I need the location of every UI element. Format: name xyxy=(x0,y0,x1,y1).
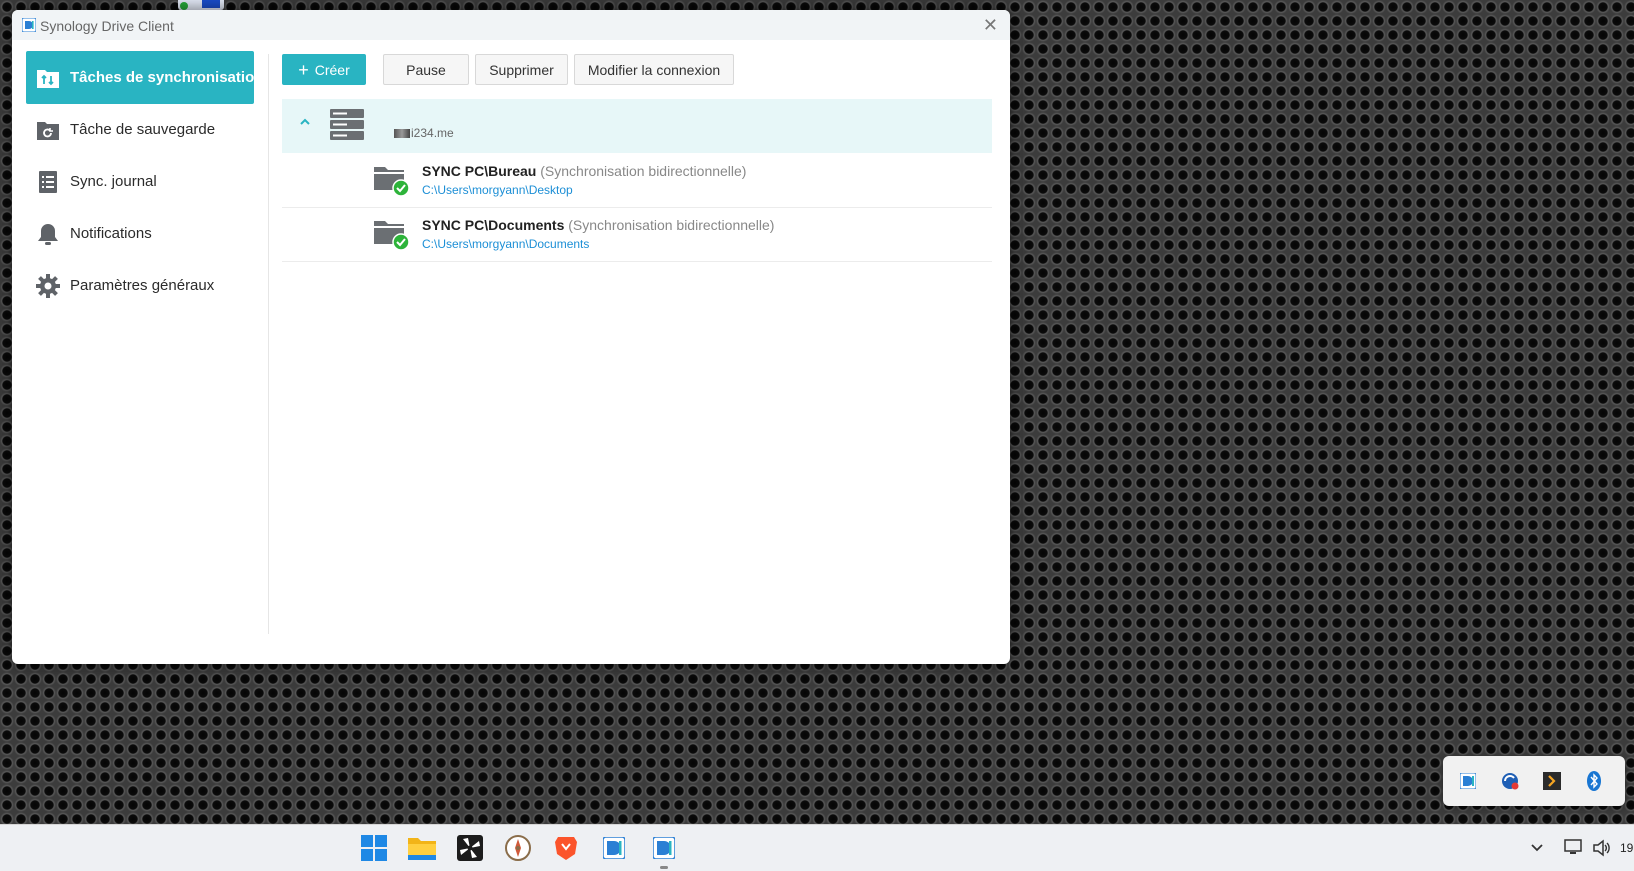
server-name-text: i234.me xyxy=(411,126,454,140)
folder-synced-icon xyxy=(374,221,410,251)
synology-drive-logo-icon xyxy=(22,18,36,32)
task-local-path-link[interactable]: C:\Users\morgyann\Documents xyxy=(422,237,589,251)
sync-task-row[interactable]: SYNC PC\Bureau (Synchronisation bidirect… xyxy=(282,153,992,208)
chevron-up-icon[interactable] xyxy=(298,115,312,129)
title-bar: Synology Drive Client ✕ xyxy=(12,10,1010,40)
synology-drive-icon[interactable] xyxy=(600,834,628,862)
journal-icon xyxy=(36,170,60,194)
volume-icon[interactable] xyxy=(1588,834,1616,862)
task-mode: (Synchronisation bidirectionnelle) xyxy=(568,217,775,233)
chevron-down-icon[interactable] xyxy=(1522,833,1552,863)
tray-overflow-popup xyxy=(1443,756,1625,806)
edit-connection-button[interactable]: Modifier la connexion xyxy=(574,54,734,85)
fan-app-icon[interactable] xyxy=(456,834,484,862)
sync-app-tray-icon[interactable] xyxy=(1500,771,1520,791)
sync-task-row[interactable]: SYNC PC\Documents (Synchronisation bidir… xyxy=(282,207,992,262)
sidebar-item-general-settings[interactable]: Paramètres généraux xyxy=(26,259,254,312)
sidebar-divider xyxy=(268,54,269,634)
sidebar-item-label: Tâches de synchronisation xyxy=(70,69,264,86)
task-local-path-link[interactable]: C:\Users\morgyann\Desktop xyxy=(422,183,573,197)
pause-button[interactable]: Pause xyxy=(383,54,469,85)
sidebar: Tâches de synchronisation Tâche de sauve… xyxy=(12,40,268,664)
sidebar-item-notifications[interactable]: Notifications xyxy=(26,207,254,260)
redacted-smudge xyxy=(394,129,410,138)
bluetooth-tray-icon[interactable] xyxy=(1584,771,1604,791)
server-row[interactable]: i234.me xyxy=(282,99,992,153)
synology-drive-active-icon[interactable] xyxy=(650,834,678,862)
close-icon[interactable]: ✕ xyxy=(983,15,998,36)
plus-icon: + xyxy=(298,59,309,80)
sidebar-item-sync-journal[interactable]: Sync. journal xyxy=(26,155,254,208)
server-name: i234.me xyxy=(394,126,454,140)
window-title: Synology Drive Client xyxy=(40,18,174,34)
sidebar-item-label: Paramètres généraux xyxy=(70,277,215,294)
synology-drive-window: Synology Drive Client ✕ Tâches de synchr… xyxy=(12,10,1010,664)
synology-drive-tray-icon[interactable] xyxy=(1458,771,1478,791)
folder-synced-icon xyxy=(374,167,410,197)
windows-start-icon[interactable] xyxy=(360,834,388,862)
task-title: SYNC PC\Bureau xyxy=(422,163,537,179)
active-app-indicator xyxy=(660,866,668,869)
bell-icon xyxy=(36,222,60,246)
compass-app-icon[interactable] xyxy=(504,834,532,862)
task-name: SYNC PC\Documents (Synchronisation bidir… xyxy=(422,217,774,233)
sidebar-item-sync-tasks[interactable]: Tâches de synchronisation xyxy=(26,51,263,104)
gear-icon xyxy=(36,273,60,298)
clock-partial[interactable]: 19 xyxy=(1620,841,1633,855)
terminal-tray-icon[interactable] xyxy=(1542,771,1562,791)
task-title: SYNC PC\Documents xyxy=(422,217,565,233)
sidebar-item-backup[interactable]: Tâche de sauvegarde xyxy=(26,103,254,156)
backup-icon xyxy=(36,118,60,142)
file-explorer-icon[interactable] xyxy=(408,834,436,862)
task-mode: (Synchronisation bidirectionnelle) xyxy=(540,163,747,179)
sidebar-item-label: Notifications xyxy=(70,225,152,242)
create-button-label: Créer xyxy=(314,61,350,78)
desktop-icon-fragment xyxy=(178,0,224,10)
create-button[interactable]: + Créer xyxy=(282,54,366,85)
task-name: SYNC PC\Bureau (Synchronisation bidirect… xyxy=(422,163,746,179)
delete-button[interactable]: Supprimer xyxy=(475,54,568,85)
sidebar-item-label: Tâche de sauvegarde xyxy=(70,121,216,138)
server-icon xyxy=(330,109,364,140)
sync-tasks-icon xyxy=(36,66,60,90)
network-icon[interactable] xyxy=(1560,834,1588,862)
taskbar: 19 xyxy=(0,824,1634,871)
sidebar-item-label: Sync. journal xyxy=(70,173,157,190)
brave-browser-icon[interactable] xyxy=(552,834,580,862)
